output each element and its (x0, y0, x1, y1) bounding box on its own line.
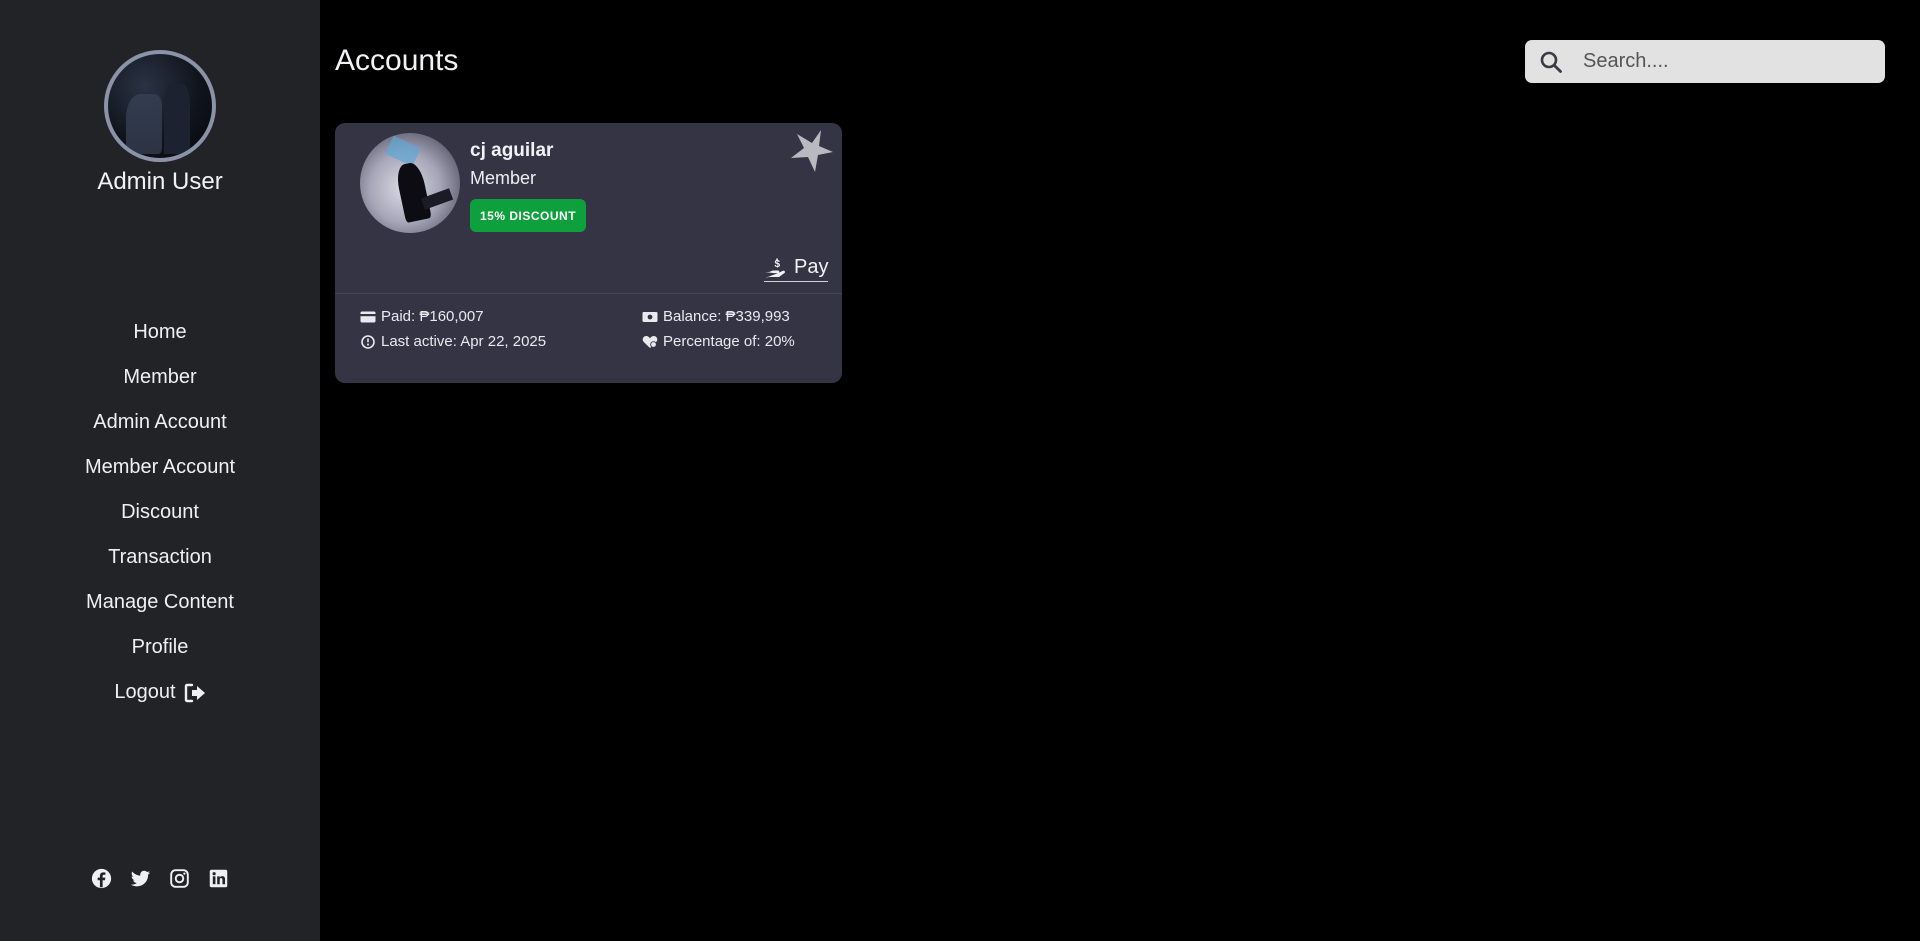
nav-member-account[interactable]: Member Account (0, 445, 320, 490)
nav-member-account-label: Member Account (84, 456, 236, 478)
member-role: Member (470, 168, 537, 188)
nav-transaction-label: Transaction (108, 546, 212, 568)
paid-value: Paid: ₱160,007 (381, 308, 484, 325)
facebook-icon[interactable] (91, 868, 112, 889)
nav-transaction[interactable]: Transaction (0, 535, 320, 580)
social-links (0, 868, 320, 889)
pay-label: Pay (794, 256, 829, 278)
last-active-value: Last active: Apr 22, 2025 (381, 333, 547, 350)
card-divider (335, 293, 842, 294)
nav-discount-label: Discount (121, 501, 199, 523)
money-bill-icon (642, 311, 658, 322)
sidebar: Admin User Home Member Admin Account Mem… (0, 0, 320, 941)
credit-card-icon (360, 311, 376, 322)
member-avatar (360, 133, 460, 233)
nav-manage-content[interactable]: Manage Content (0, 580, 320, 625)
account-card: cj aguilar Member 15% DISCOUNT $ Pay Pai… (335, 123, 842, 383)
nav-discount[interactable]: Discount (0, 490, 320, 535)
nav-profile-label: Profile (131, 636, 189, 658)
admin-avatar (104, 50, 216, 162)
nav-home[interactable]: Home (0, 310, 320, 355)
member-name: cj aguilar (470, 140, 554, 161)
balance-value: Balance: ₱339,993 (663, 308, 790, 325)
nav-admin-account[interactable]: Admin Account (0, 400, 320, 445)
discount-badge: 15% DISCOUNT (470, 199, 587, 232)
paid-stat: Paid: ₱160,007 (360, 308, 484, 325)
last-active-stat: Last active: Apr 22, 2025 (360, 333, 546, 350)
search-icon (1540, 51, 1562, 73)
nav-logout[interactable]: Logout (0, 670, 320, 715)
nav-member[interactable]: Member (0, 355, 320, 400)
instagram-icon[interactable] (169, 868, 190, 889)
nav-admin-account-label: Admin Account (93, 411, 227, 433)
clock-icon (361, 334, 375, 349)
nav-home-label: Home (133, 321, 187, 343)
search-input[interactable] (1583, 40, 1873, 83)
percentage-stat: Percentage of: 20% (642, 333, 795, 350)
twitter-icon[interactable] (130, 868, 151, 889)
percentage-value: Percentage of: 20% (663, 333, 795, 350)
balance-stat: Balance: ₱339,993 (642, 308, 790, 325)
search-bar (1525, 40, 1885, 83)
nav-member-label: Member (123, 366, 197, 388)
nav-logout-label: Logout (114, 681, 176, 703)
linkedin-icon[interactable] (208, 868, 229, 889)
star-icon[interactable] (787, 128, 835, 176)
pay-button[interactable]: $ Pay (764, 256, 829, 282)
admin-name: Admin User (97, 168, 223, 195)
page-title: Accounts (335, 44, 459, 77)
logout-icon (184, 683, 205, 702)
heart-percent-icon (642, 335, 658, 348)
sidebar-nav: Home Member Admin Account Member Account… (0, 310, 320, 715)
nav-manage-content-label: Manage Content (86, 591, 234, 613)
hand-holding-dollar-icon: $ (765, 258, 786, 278)
nav-profile[interactable]: Profile (0, 625, 320, 670)
